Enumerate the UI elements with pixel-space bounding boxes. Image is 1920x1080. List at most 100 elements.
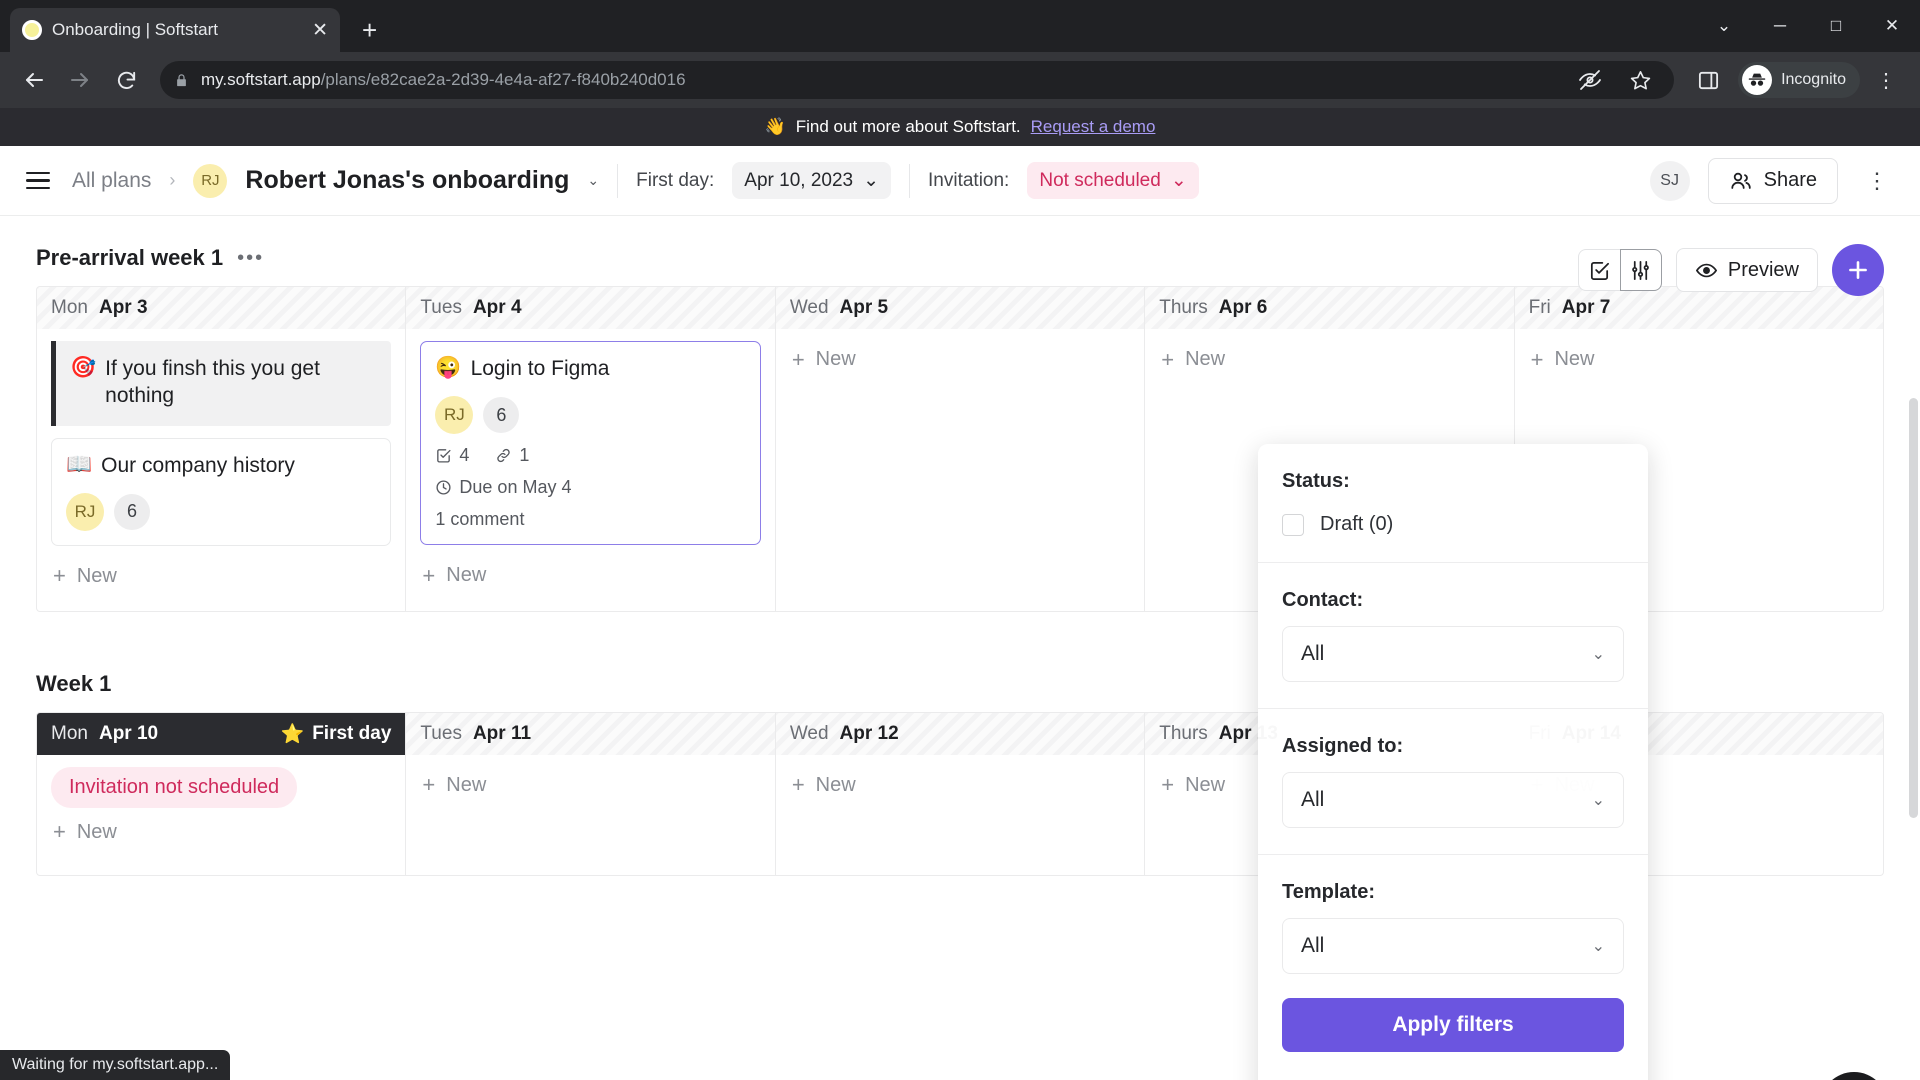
day-body: + New [776,755,1144,875]
avatar: RJ [66,492,104,531]
book-emoji-icon: 📖 [66,452,93,476]
assigned-filter-group: Assigned to: All ⌄ [1282,735,1624,828]
share-label: Share [1763,169,1817,191]
add-new-activity-mon-apr-10[interactable]: + New [51,814,391,851]
close-icon[interactable]: ✕ [312,21,328,40]
divider [1258,854,1648,855]
link-icon [497,449,511,463]
plus-icon: + [791,772,805,798]
new-tab-button[interactable]: + [362,17,377,43]
incognito-icon [1742,65,1773,95]
app-header: All plans › RJ Robert Jonas's onboarding… [0,146,1920,216]
minimize-icon[interactable]: ⌄ [1696,0,1752,52]
activity-card-login-to-figma[interactable]: 😜 Login to Figma RJ 6 4 1 Due on May 4 1… [420,341,761,546]
user-avatar[interactable]: SJ [1649,160,1690,201]
status-draft-checkbox[interactable]: Draft (0) [1282,513,1624,536]
filter-button[interactable] [1619,249,1662,291]
subtask-count: 4 [459,445,470,466]
contact-select[interactable]: All ⌄ [1282,626,1624,682]
add-new-activity-mon-apr-3[interactable]: + New [51,558,391,595]
add-new-activity-wed-apr-5[interactable]: + New [790,341,1130,378]
day-header-first-day: Mon Apr 10 ⭐ First day [37,712,406,755]
day-of-week: Mon [51,722,88,744]
bookmark-star-icon[interactable] [1620,60,1660,100]
assigned-select[interactable]: All ⌄ [1282,772,1624,828]
header-more-menu-icon[interactable]: ⋮ [1856,164,1898,198]
day-body: + New [776,329,1144,449]
maximize-icon[interactable]: □ [1808,0,1864,52]
add-new-activity-fri-apr-7[interactable]: + New [1529,341,1869,378]
restore-icon[interactable]: ─ [1752,0,1808,52]
intercom-messenger-button[interactable] [1820,1072,1888,1080]
breadcrumb-all-plans[interactable]: All plans [72,169,151,193]
forward-icon[interactable] [60,60,100,100]
preview-button[interactable]: Preview [1675,248,1818,292]
first-day-selector[interactable]: Apr 10, 2023 ⌄ [732,162,892,199]
request-demo-link[interactable]: Request a demo [1031,117,1156,137]
tracking-protection-icon[interactable] [1570,60,1610,100]
day-date: Apr 7 [1561,297,1611,318]
template-filter-group: Template: All ⌄ [1282,881,1624,974]
new-label: New [446,564,487,587]
status-label: Status: [1282,470,1350,492]
add-new-activity-thurs-apr-6[interactable]: + New [1159,341,1499,378]
clock-icon [436,480,451,495]
target-emoji-icon: 🎯 [70,356,97,379]
template-select[interactable]: All ⌄ [1282,918,1624,974]
back-icon[interactable] [14,60,54,100]
filter-sliders-icon [1632,260,1650,280]
assigned-label: Assigned to: [1282,735,1404,757]
card-title: Our company history [101,453,295,477]
day-body: + New [406,755,774,875]
checklist-icon [1590,261,1609,280]
invitation-label: Invitation: [928,169,1010,191]
divider [1258,562,1648,563]
first-day-badge-label: First day [312,722,392,744]
preview-label: Preview [1727,258,1799,281]
activity-card[interactable]: 🎯 If you finsh this you get nothing [51,341,392,426]
eye-icon [1695,263,1717,277]
share-button[interactable]: Share [1707,157,1838,204]
browser-menu-icon[interactable]: ⋮ [1866,68,1906,93]
browser-tab[interactable]: Onboarding | Softstart ✕ [10,8,340,52]
add-new-activity-tues-apr-11[interactable]: + New [420,767,760,804]
menu-hamburger-icon[interactable] [22,166,54,196]
status-draft-label: Draft (0) [1320,513,1394,535]
chevron-down-icon: ⌄ [1591,646,1605,663]
add-new-activity-wed-apr-12[interactable]: + New [790,767,1130,804]
address-bar[interactable]: my.softstart.app/plans/e82cae2a-2d39-4e4… [160,60,1675,100]
day-column-tues-apr-4: Tues Apr 4 😜 Login to Figma RJ 6 4 1 Due… [406,287,776,611]
star-icon: ⭐ [280,723,305,745]
plan-chevron-down-icon[interactable]: ⌄ [587,172,599,189]
checkbox-icon [1282,513,1304,536]
new-label: New [76,564,117,587]
day-of-week: Fri [1528,297,1551,318]
invitation-not-scheduled-badge[interactable]: Invitation not scheduled [51,766,298,808]
section-menu-icon[interactable]: ••• [237,247,264,270]
invitation-status-selector[interactable]: Not scheduled ⌄ [1027,162,1199,199]
reload-icon[interactable] [106,60,146,100]
window-close-icon[interactable]: ✕ [1864,0,1920,52]
incognito-indicator[interactable]: Incognito [1738,62,1860,98]
plus-icon: + [422,772,436,798]
add-activity-button[interactable] [1832,244,1884,296]
divider [1258,708,1648,709]
promo-banner: 👋 Find out more about Softstart. Request… [0,108,1920,146]
day-header: Thurs Apr 6 [1145,287,1514,329]
new-label: New [815,348,856,370]
new-label: New [446,773,487,796]
day-of-week: Thurs [1159,722,1208,744]
apply-filters-button[interactable]: Apply filters [1282,998,1624,1052]
url-path: /plans/e82cae2a-2d39-4e4a-af27-f840b240d… [320,70,686,89]
day-column-wed-apr-5: Wed Apr 5 + New [775,287,1146,611]
card-title-row: 📖 Our company history [66,452,376,479]
side-panel-icon[interactable] [1688,60,1728,100]
add-new-activity-tues-apr-4[interactable]: + New [420,557,760,594]
new-label: New [1185,773,1226,796]
day-of-week: Wed [789,297,829,318]
day-of-week: Tues [420,722,462,744]
activity-card[interactable]: 📖 Our company history RJ 6 [51,437,392,546]
url-text: my.softstart.app/plans/e82cae2a-2d39-4e4… [201,70,1558,90]
page-scrollbar[interactable] [1909,398,1918,818]
checklist-view-button[interactable] [1577,249,1620,291]
